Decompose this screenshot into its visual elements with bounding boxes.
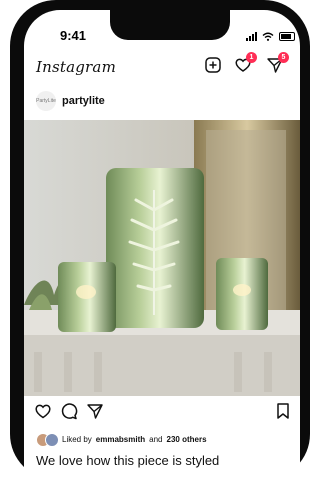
- post-username[interactable]: partylite: [62, 95, 105, 107]
- activity-button[interactable]: 1: [234, 52, 257, 74]
- avatar: [45, 433, 59, 447]
- likes-user[interactable]: emmabsmith: [96, 435, 145, 444]
- phone-notch: [110, 10, 230, 40]
- bookmark-icon[interactable]: [274, 402, 292, 420]
- instagram-logo[interactable]: Instagram: [36, 58, 116, 76]
- share-icon[interactable]: [86, 402, 104, 420]
- post-image[interactable]: [24, 120, 300, 396]
- status-time: 9:41: [60, 28, 87, 43]
- signal-icon: [246, 31, 257, 41]
- likes-and: and: [149, 434, 163, 444]
- app-screen: 9:41 Instagram 1 5 PartyLite partylite L…: [24, 10, 300, 480]
- likes-summary: Liked by emmabsmith and 230 others: [36, 432, 207, 447]
- new-post-icon[interactable]: [204, 56, 222, 74]
- liker-avatars: [36, 433, 59, 447]
- likes-prefix: Liked by: [62, 434, 92, 444]
- like-icon[interactable]: [34, 402, 52, 420]
- avatar[interactable]: PartyLite: [36, 91, 56, 111]
- post-actions: [24, 402, 300, 424]
- wifi-icon: [262, 32, 274, 41]
- messages-badge: 5: [278, 52, 289, 63]
- app-header: Instagram 1 5: [24, 48, 300, 82]
- comment-icon[interactable]: [60, 402, 78, 420]
- likes-count[interactable]: 230 others: [167, 435, 207, 444]
- post-header: PartyLite partylite: [36, 91, 286, 111]
- status-icons: [246, 30, 296, 42]
- battery-icon: [279, 31, 295, 41]
- direct-messages-button[interactable]: 5: [266, 52, 289, 74]
- activity-badge: 1: [246, 52, 257, 63]
